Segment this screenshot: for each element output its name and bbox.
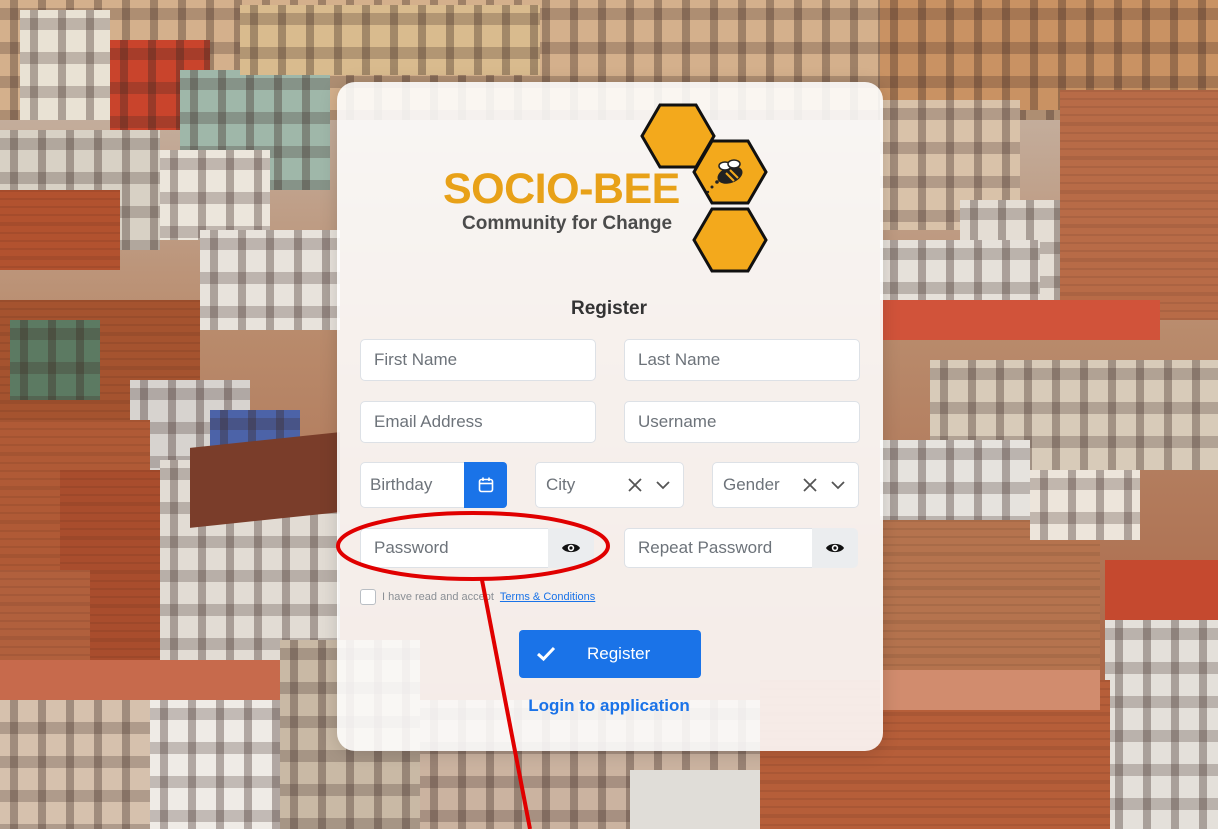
password-input[interactable]	[361, 528, 549, 568]
first-name-input[interactable]	[361, 339, 595, 381]
gender-select-label: Gender	[723, 475, 780, 494]
form-heading: Register	[570, 298, 648, 319]
birthday-calendar-button[interactable]	[464, 462, 507, 508]
register-button-label: Register	[587, 644, 651, 663]
birthday-field[interactable]	[360, 462, 466, 508]
repeat-password-visibility-toggle[interactable]	[812, 528, 858, 568]
last-name-input[interactable]	[625, 339, 859, 381]
email-input[interactable]	[361, 401, 595, 443]
eye-icon	[826, 543, 844, 553]
register-button[interactable]: Register	[519, 630, 701, 678]
terms-checkbox[interactable]	[360, 589, 376, 605]
chevron-down-icon[interactable]	[830, 477, 846, 493]
terms-row: I have read and accept Terms & Condition…	[360, 589, 595, 605]
first-name-field[interactable]	[360, 339, 596, 381]
eye-icon	[562, 543, 580, 553]
login-link-label[interactable]: Login to application	[528, 696, 689, 715]
terms-link[interactable]: Terms & Conditions	[500, 591, 595, 603]
close-icon[interactable]	[802, 477, 818, 493]
password-field[interactable]	[360, 528, 550, 568]
email-field[interactable]	[360, 401, 596, 443]
brand-subtitle: Community for Change	[462, 213, 673, 234]
login-link[interactable]: Login to application	[0, 696, 1218, 716]
calendar-icon	[478, 477, 493, 493]
terms-text: I have read and accept	[382, 591, 494, 603]
username-field[interactable]	[624, 401, 860, 443]
password-visibility-toggle[interactable]	[548, 528, 594, 568]
repeat-password-input[interactable]	[625, 528, 813, 568]
birthday-input[interactable]	[361, 462, 465, 508]
city-select[interactable]: City	[535, 462, 684, 508]
username-input[interactable]	[625, 401, 859, 443]
close-icon[interactable]	[627, 477, 643, 493]
last-name-field[interactable]	[624, 339, 860, 381]
brand-title: SOCIO-BEE	[443, 165, 680, 213]
city-select-label: City	[546, 475, 576, 494]
check-icon	[536, 646, 556, 662]
repeat-password-field[interactable]	[624, 528, 814, 568]
gender-select[interactable]: Gender	[712, 462, 859, 508]
chevron-down-icon[interactable]	[655, 477, 671, 493]
